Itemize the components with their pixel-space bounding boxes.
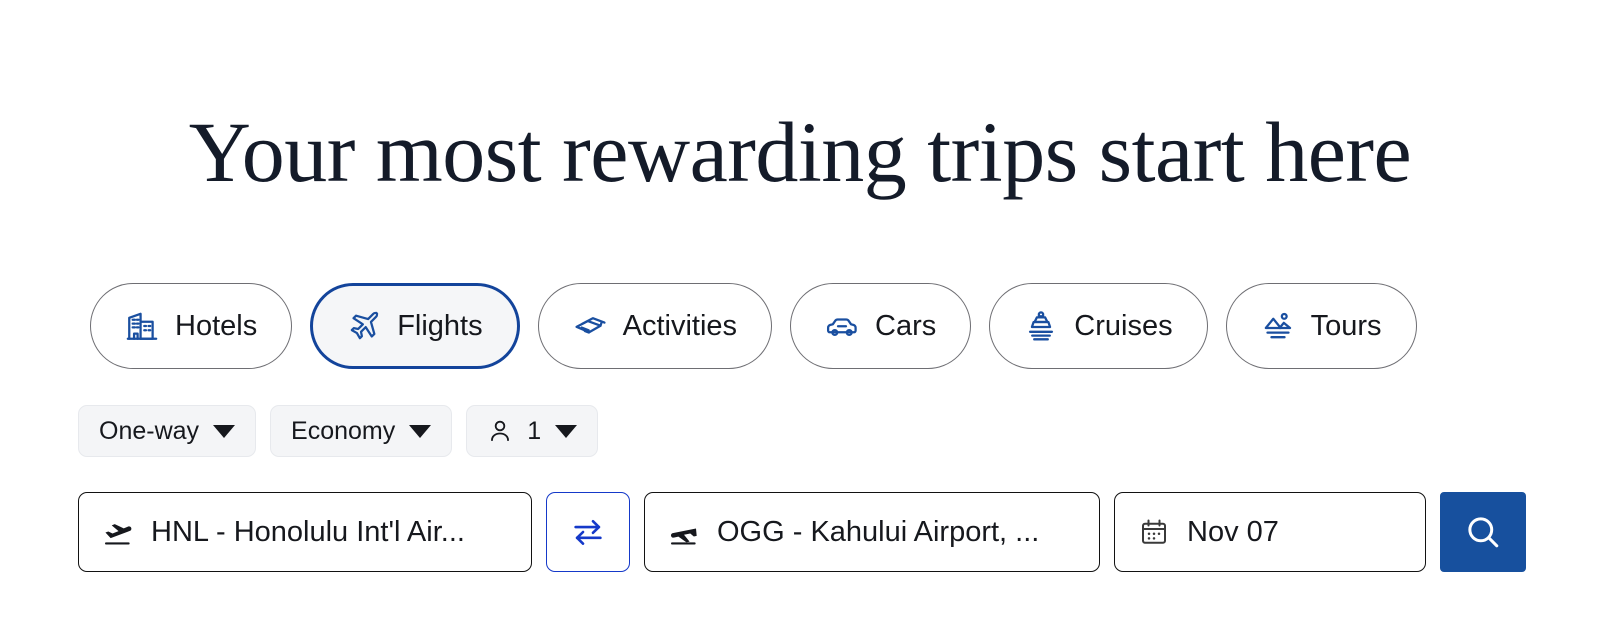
tab-flights[interactable]: Flights (310, 283, 520, 369)
travelers-dropdown[interactable]: 1 (466, 405, 599, 457)
search-button[interactable] (1440, 492, 1526, 572)
departure-date-value: Nov 07 (1187, 515, 1279, 548)
page-title: Your most rewarding trips start here (188, 104, 1412, 200)
search-icon (1464, 513, 1502, 551)
destination-input[interactable]: OGG - Kahului Airport, ... (644, 492, 1100, 572)
flight-takeoff-icon (101, 517, 135, 547)
trip-type-value: One-way (99, 416, 200, 445)
swap-horizontal-icon (570, 516, 606, 548)
flight-options-row: One-way Economy 1 (78, 405, 599, 457)
tab-label: Hotels (175, 309, 258, 342)
chevron-down-icon (213, 424, 236, 438)
chevron-down-icon (409, 424, 432, 438)
person-icon (487, 417, 513, 445)
tab-label: Cruises (1074, 309, 1173, 342)
tab-cars[interactable]: Cars (790, 283, 972, 369)
ship-icon (1024, 309, 1058, 343)
origin-value: HNL - Honolulu Int'l Air... (151, 515, 465, 548)
hotel-icon (125, 309, 159, 343)
chevron-down-icon (555, 424, 578, 438)
calendar-icon (1137, 517, 1171, 547)
travelers-count: 1 (527, 416, 542, 445)
flight-search-form: HNL - Honolulu Int'l Air... OGG - Kahulu… (78, 492, 1526, 572)
tab-label: Cars (875, 309, 937, 342)
tab-label: Tours (1310, 309, 1382, 342)
flight-search-hero: Your most rewarding trips start here Hot… (0, 0, 1600, 619)
ticket-icon (573, 309, 607, 343)
mountain-icon (1261, 309, 1295, 343)
travel-category-tabs: Hotels Flights Activities Cars Cruises T… (90, 283, 1417, 369)
tab-activities[interactable]: Activities (537, 283, 773, 369)
swap-button[interactable] (546, 492, 630, 572)
tab-hotels[interactable]: Hotels (90, 283, 293, 369)
car-icon (825, 309, 859, 343)
departure-date-input[interactable]: Nov 07 (1114, 492, 1426, 572)
flight-landing-icon (667, 517, 701, 547)
destination-value: OGG - Kahului Airport, ... (717, 515, 1040, 548)
tab-cruises[interactable]: Cruises (989, 283, 1208, 369)
origin-input[interactable]: HNL - Honolulu Int'l Air... (78, 492, 532, 572)
tab-label: Activities (622, 309, 738, 342)
trip-type-dropdown[interactable]: One-way (78, 405, 257, 457)
tab-tours[interactable]: Tours (1225, 283, 1417, 369)
cabin-class-dropdown[interactable]: Economy (270, 405, 453, 457)
cabin-class-value: Economy (291, 416, 396, 445)
tab-label: Flights (397, 309, 483, 342)
airplane-icon (347, 309, 381, 343)
